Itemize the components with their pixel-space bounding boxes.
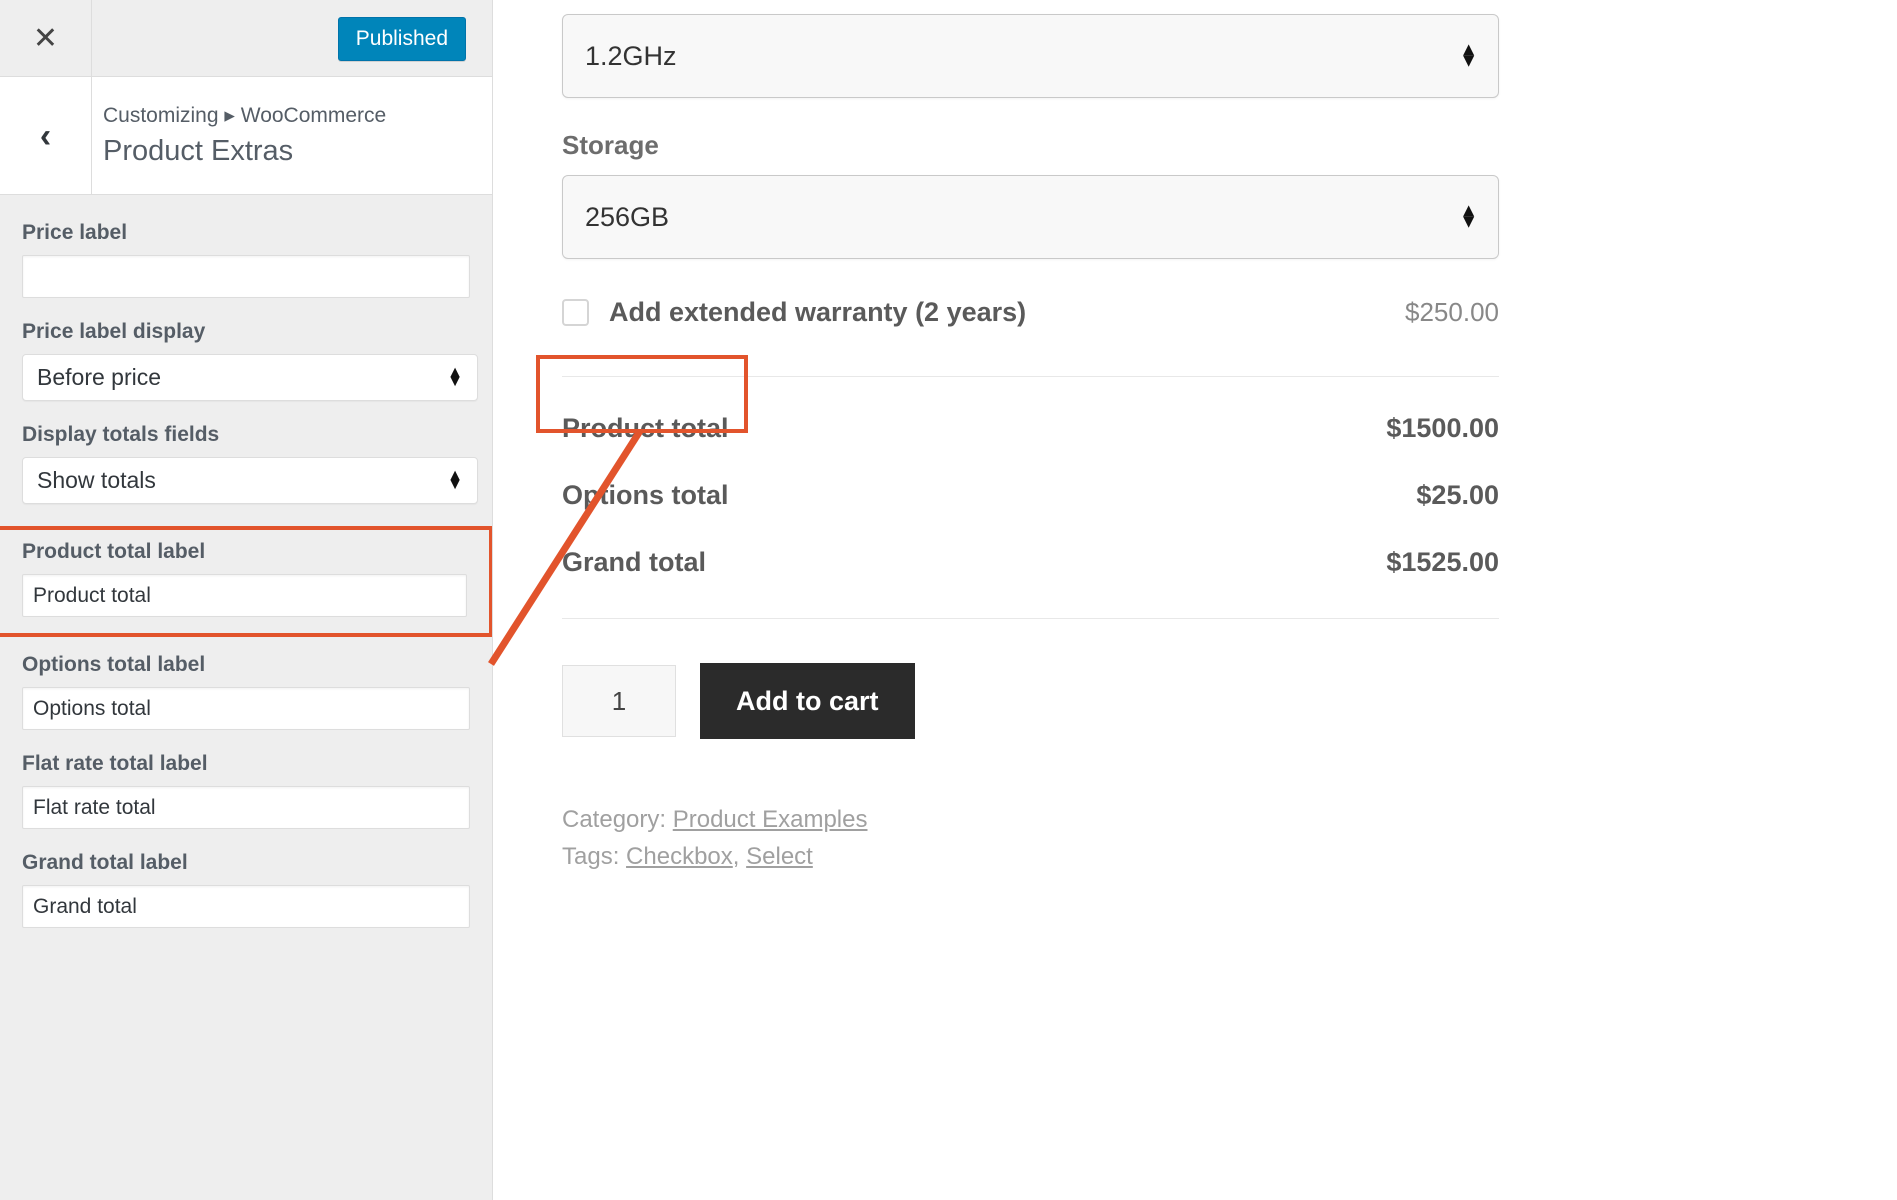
price-label-input[interactable] xyxy=(22,255,470,298)
customizer-sidebar: ✕ Published ‹ Customizing ▸ WooCommerce … xyxy=(0,0,493,1200)
tag-link-select[interactable]: Select xyxy=(746,843,813,870)
product-form: 1.2GHz ▲ ▼ Storage 256GB ▲ ▼ Add extended … xyxy=(494,0,1499,875)
field-label: Price label display xyxy=(22,320,206,343)
back-chevron-icon: ‹ xyxy=(39,117,52,155)
field-label: Price label xyxy=(22,221,128,244)
quantity-value: 1 xyxy=(611,685,627,716)
price-label-display-select[interactable]: Before price ▲ ▼ xyxy=(22,354,478,401)
total-label: Product total xyxy=(562,413,729,443)
field-label: Display totals fields xyxy=(22,423,220,446)
breadcrumb: Customizing ▸ WooCommerce xyxy=(103,104,387,127)
customizer-topbar: ✕ Published xyxy=(0,0,492,77)
site-preview-pane: 1.2GHz ▲ ▼ Storage 256GB ▲ ▼ Add extended … xyxy=(494,0,1897,1200)
total-value: $1500.00 xyxy=(1386,413,1499,443)
chevron-updown-icon: ▲ ▼ xyxy=(447,363,463,391)
field-label: Product total label xyxy=(22,540,206,563)
publish-button[interactable]: Published xyxy=(337,17,466,61)
select-value: 1.2GHz xyxy=(585,40,677,71)
storage-select[interactable]: 256GB ▲ ▼ xyxy=(562,175,1499,259)
product-total-label-input[interactable] xyxy=(22,574,467,617)
category-prefix: Category: xyxy=(562,806,667,833)
back-button[interactable]: ‹ xyxy=(0,77,92,195)
select-value: 256GB xyxy=(585,201,670,232)
flat-rate-total-label-input[interactable] xyxy=(22,786,470,829)
tag-link-checkbox[interactable]: Checkbox xyxy=(626,843,733,870)
field-options-total-label: Options total label xyxy=(0,653,492,730)
warranty-label: Add extended warranty (2 years) xyxy=(609,297,1027,327)
quantity-input[interactable]: 1 xyxy=(562,665,676,737)
add-to-cart-button[interactable]: Add to cart xyxy=(700,663,915,739)
speed-select[interactable]: 1.2GHz ▲ ▼ xyxy=(562,14,1499,98)
product-meta: Category: Product Examples Tags: Checkbo… xyxy=(562,801,1499,875)
panel-header-text: Customizing ▸ WooCommerce Product Extras xyxy=(103,103,386,168)
total-label: Options total xyxy=(562,480,729,510)
tag-separator: , xyxy=(732,843,740,871)
chevron-updown-icon: ▲ ▼ xyxy=(1459,200,1478,233)
total-value: $1525.00 xyxy=(1386,547,1499,577)
storage-field-label: Storage xyxy=(562,130,659,160)
add-to-cart-row: 1 Add to cart xyxy=(562,663,1499,739)
product-tags-line: Tags: Checkbox, Select xyxy=(562,838,1499,875)
field-label: Flat rate total label xyxy=(22,752,208,775)
total-value: $25.00 xyxy=(1416,480,1499,510)
select-value: Before price xyxy=(37,364,162,390)
display-totals-fields-select[interactable]: Show totals ▲ ▼ xyxy=(22,457,478,504)
field-flat-rate-total-label: Flat rate total label xyxy=(0,752,492,829)
publish-button-label: Published xyxy=(355,27,448,50)
totals-divider-bottom xyxy=(562,618,1499,619)
warranty-option-row: Add extended warranty (2 years) $250.00 xyxy=(562,297,1499,328)
grand-total-label-input[interactable] xyxy=(22,885,470,928)
field-grand-total-label: Grand total label xyxy=(0,851,492,928)
customizer-fields: Price label Price label display Before p… xyxy=(0,195,492,1199)
total-row-product: Product total $1500.00 xyxy=(562,413,1499,444)
field-label: Grand total label xyxy=(22,851,188,874)
close-customizer-button[interactable]: ✕ xyxy=(0,0,92,77)
tags-prefix: Tags: xyxy=(562,843,620,871)
chevron-updown-icon: ▲ ▼ xyxy=(1459,39,1478,72)
chevron-updown-icon: ▲ ▼ xyxy=(447,466,463,494)
product-category-line: Category: Product Examples xyxy=(562,801,1499,838)
category-link[interactable]: Product Examples xyxy=(673,806,868,833)
warranty-price: $250.00 xyxy=(1405,297,1499,327)
total-row-options: Options total $25.00 xyxy=(562,480,1499,511)
page-title: Product Extras xyxy=(103,135,294,167)
select-value: Show totals xyxy=(37,467,156,493)
totals-divider-top xyxy=(562,376,1499,377)
add-to-cart-label: Add to cart xyxy=(736,685,879,716)
field-label: Options total label xyxy=(22,653,206,676)
options-total-label-input[interactable] xyxy=(22,687,470,730)
warranty-checkbox[interactable] xyxy=(562,299,589,326)
field-price-label: Price label xyxy=(0,221,492,298)
field-display-totals-fields: Display totals fields Show totals ▲ ▼ xyxy=(0,423,492,504)
field-price-label-display: Price label display Before price ▲ ▼ xyxy=(0,320,492,401)
screenshot-root: ✕ Published ‹ Customizing ▸ WooCommerce … xyxy=(0,0,1897,1200)
close-icon: ✕ xyxy=(32,21,59,55)
total-row-grand: Grand total $1525.00 xyxy=(562,547,1499,578)
field-product-total-label: Product total label xyxy=(0,526,492,637)
total-label: Grand total xyxy=(562,547,707,577)
customizer-panel-header: ‹ Customizing ▸ WooCommerce Product Extr… xyxy=(0,77,492,195)
